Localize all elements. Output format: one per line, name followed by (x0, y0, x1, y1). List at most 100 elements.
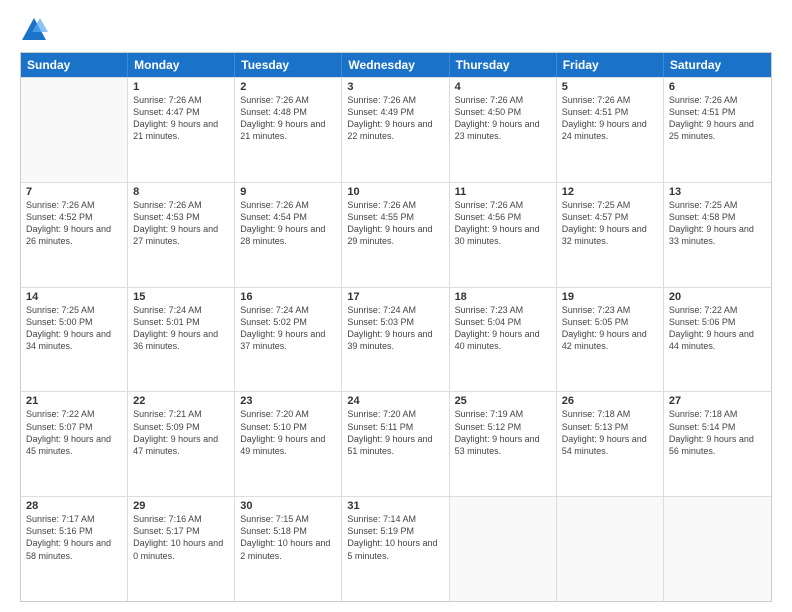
calendar-header: SundayMondayTuesdayWednesdayThursdayFrid… (21, 53, 771, 77)
day-info: Sunrise: 7:25 AMSunset: 4:57 PMDaylight:… (562, 199, 658, 248)
day-info: Sunrise: 7:26 AMSunset: 4:53 PMDaylight:… (133, 199, 229, 248)
calendar-week-5: 28Sunrise: 7:17 AMSunset: 5:16 PMDayligh… (21, 496, 771, 601)
day-info: Sunrise: 7:26 AMSunset: 4:51 PMDaylight:… (562, 94, 658, 143)
day-info: Sunrise: 7:25 AMSunset: 5:00 PMDaylight:… (26, 304, 122, 353)
day-info: Sunrise: 7:14 AMSunset: 5:19 PMDaylight:… (347, 513, 443, 562)
day-info: Sunrise: 7:26 AMSunset: 4:47 PMDaylight:… (133, 94, 229, 143)
day-info: Sunrise: 7:15 AMSunset: 5:18 PMDaylight:… (240, 513, 336, 562)
day-info: Sunrise: 7:16 AMSunset: 5:17 PMDaylight:… (133, 513, 229, 562)
day-number: 15 (133, 291, 229, 303)
day-number: 27 (669, 395, 766, 407)
table-row (21, 78, 128, 182)
table-row: 23Sunrise: 7:20 AMSunset: 5:10 PMDayligh… (235, 392, 342, 496)
day-number: 23 (240, 395, 336, 407)
table-row: 27Sunrise: 7:18 AMSunset: 5:14 PMDayligh… (664, 392, 771, 496)
day-info: Sunrise: 7:24 AMSunset: 5:03 PMDaylight:… (347, 304, 443, 353)
header-day-saturday: Saturday (664, 53, 771, 77)
day-info: Sunrise: 7:23 AMSunset: 5:04 PMDaylight:… (455, 304, 551, 353)
table-row: 2Sunrise: 7:26 AMSunset: 4:48 PMDaylight… (235, 78, 342, 182)
day-number: 8 (133, 186, 229, 198)
day-number: 17 (347, 291, 443, 303)
day-number: 21 (26, 395, 122, 407)
day-info: Sunrise: 7:17 AMSunset: 5:16 PMDaylight:… (26, 513, 122, 562)
day-number: 19 (562, 291, 658, 303)
day-info: Sunrise: 7:22 AMSunset: 5:06 PMDaylight:… (669, 304, 766, 353)
table-row: 10Sunrise: 7:26 AMSunset: 4:55 PMDayligh… (342, 183, 449, 287)
table-row: 25Sunrise: 7:19 AMSunset: 5:12 PMDayligh… (450, 392, 557, 496)
logo (20, 16, 52, 44)
day-info: Sunrise: 7:19 AMSunset: 5:12 PMDaylight:… (455, 408, 551, 457)
table-row: 7Sunrise: 7:26 AMSunset: 4:52 PMDaylight… (21, 183, 128, 287)
day-info: Sunrise: 7:26 AMSunset: 4:50 PMDaylight:… (455, 94, 551, 143)
day-number: 10 (347, 186, 443, 198)
day-info: Sunrise: 7:20 AMSunset: 5:10 PMDaylight:… (240, 408, 336, 457)
table-row: 3Sunrise: 7:26 AMSunset: 4:49 PMDaylight… (342, 78, 449, 182)
table-row: 14Sunrise: 7:25 AMSunset: 5:00 PMDayligh… (21, 288, 128, 392)
header-day-tuesday: Tuesday (235, 53, 342, 77)
day-number: 4 (455, 81, 551, 93)
table-row (664, 497, 771, 601)
day-info: Sunrise: 7:23 AMSunset: 5:05 PMDaylight:… (562, 304, 658, 353)
calendar-week-2: 7Sunrise: 7:26 AMSunset: 4:52 PMDaylight… (21, 182, 771, 287)
header-day-wednesday: Wednesday (342, 53, 449, 77)
day-info: Sunrise: 7:21 AMSunset: 5:09 PMDaylight:… (133, 408, 229, 457)
day-info: Sunrise: 7:26 AMSunset: 4:52 PMDaylight:… (26, 199, 122, 248)
day-info: Sunrise: 7:26 AMSunset: 4:48 PMDaylight:… (240, 94, 336, 143)
table-row: 12Sunrise: 7:25 AMSunset: 4:57 PMDayligh… (557, 183, 664, 287)
table-row: 17Sunrise: 7:24 AMSunset: 5:03 PMDayligh… (342, 288, 449, 392)
page: SundayMondayTuesdayWednesdayThursdayFrid… (0, 0, 792, 612)
table-row: 16Sunrise: 7:24 AMSunset: 5:02 PMDayligh… (235, 288, 342, 392)
day-number: 25 (455, 395, 551, 407)
day-number: 28 (26, 500, 122, 512)
table-row: 31Sunrise: 7:14 AMSunset: 5:19 PMDayligh… (342, 497, 449, 601)
day-info: Sunrise: 7:26 AMSunset: 4:49 PMDaylight:… (347, 94, 443, 143)
header-day-monday: Monday (128, 53, 235, 77)
day-number: 3 (347, 81, 443, 93)
table-row: 21Sunrise: 7:22 AMSunset: 5:07 PMDayligh… (21, 392, 128, 496)
day-number: 20 (669, 291, 766, 303)
day-number: 13 (669, 186, 766, 198)
logo-icon (20, 16, 48, 44)
day-number: 24 (347, 395, 443, 407)
calendar-week-3: 14Sunrise: 7:25 AMSunset: 5:00 PMDayligh… (21, 287, 771, 392)
table-row: 24Sunrise: 7:20 AMSunset: 5:11 PMDayligh… (342, 392, 449, 496)
table-row: 18Sunrise: 7:23 AMSunset: 5:04 PMDayligh… (450, 288, 557, 392)
header-day-sunday: Sunday (21, 53, 128, 77)
table-row: 11Sunrise: 7:26 AMSunset: 4:56 PMDayligh… (450, 183, 557, 287)
table-row: 4Sunrise: 7:26 AMSunset: 4:50 PMDaylight… (450, 78, 557, 182)
calendar-week-4: 21Sunrise: 7:22 AMSunset: 5:07 PMDayligh… (21, 391, 771, 496)
table-row (450, 497, 557, 601)
table-row: 6Sunrise: 7:26 AMSunset: 4:51 PMDaylight… (664, 78, 771, 182)
day-number: 6 (669, 81, 766, 93)
day-number: 12 (562, 186, 658, 198)
table-row: 5Sunrise: 7:26 AMSunset: 4:51 PMDaylight… (557, 78, 664, 182)
day-info: Sunrise: 7:26 AMSunset: 4:54 PMDaylight:… (240, 199, 336, 248)
table-row: 29Sunrise: 7:16 AMSunset: 5:17 PMDayligh… (128, 497, 235, 601)
table-row: 26Sunrise: 7:18 AMSunset: 5:13 PMDayligh… (557, 392, 664, 496)
day-info: Sunrise: 7:22 AMSunset: 5:07 PMDaylight:… (26, 408, 122, 457)
day-info: Sunrise: 7:18 AMSunset: 5:14 PMDaylight:… (669, 408, 766, 457)
table-row (557, 497, 664, 601)
day-number: 14 (26, 291, 122, 303)
day-info: Sunrise: 7:25 AMSunset: 4:58 PMDaylight:… (669, 199, 766, 248)
day-number: 16 (240, 291, 336, 303)
table-row: 22Sunrise: 7:21 AMSunset: 5:09 PMDayligh… (128, 392, 235, 496)
calendar: SundayMondayTuesdayWednesdayThursdayFrid… (20, 52, 772, 602)
header-day-friday: Friday (557, 53, 664, 77)
header (20, 16, 772, 44)
table-row: 8Sunrise: 7:26 AMSunset: 4:53 PMDaylight… (128, 183, 235, 287)
day-info: Sunrise: 7:18 AMSunset: 5:13 PMDaylight:… (562, 408, 658, 457)
day-number: 29 (133, 500, 229, 512)
table-row: 13Sunrise: 7:25 AMSunset: 4:58 PMDayligh… (664, 183, 771, 287)
day-number: 7 (26, 186, 122, 198)
calendar-body: 1Sunrise: 7:26 AMSunset: 4:47 PMDaylight… (21, 77, 771, 601)
table-row: 30Sunrise: 7:15 AMSunset: 5:18 PMDayligh… (235, 497, 342, 601)
calendar-week-1: 1Sunrise: 7:26 AMSunset: 4:47 PMDaylight… (21, 77, 771, 182)
day-info: Sunrise: 7:20 AMSunset: 5:11 PMDaylight:… (347, 408, 443, 457)
day-number: 30 (240, 500, 336, 512)
day-number: 11 (455, 186, 551, 198)
table-row: 19Sunrise: 7:23 AMSunset: 5:05 PMDayligh… (557, 288, 664, 392)
header-day-thursday: Thursday (450, 53, 557, 77)
day-number: 2 (240, 81, 336, 93)
day-number: 1 (133, 81, 229, 93)
